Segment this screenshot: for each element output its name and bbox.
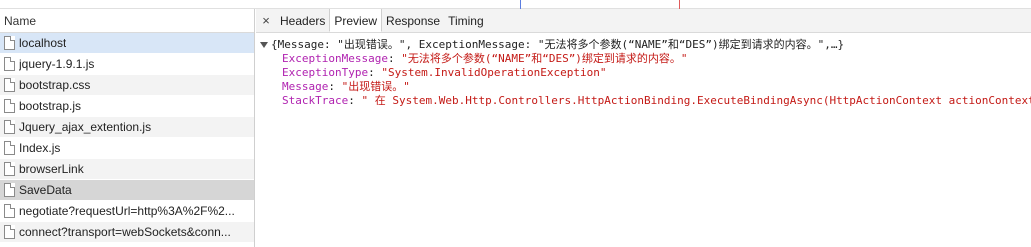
json-value: "出现错误。" xyxy=(341,80,410,93)
details-tab-bar: × Headers Preview Response Timing xyxy=(256,9,1031,33)
json-summary: {Message: "出现错误。", ExceptionMessage: "无法… xyxy=(271,38,845,51)
request-name: bootstrap.css xyxy=(19,77,91,92)
request-list: localhost jquery-1.9.1.js bootstrap.css … xyxy=(0,33,254,243)
json-value: "无法将多个参数(“NAME”和“DES”)绑定到请求的内容。" xyxy=(401,52,688,65)
timeline-overview xyxy=(0,0,1031,9)
request-row-index-js[interactable]: Index.js xyxy=(0,138,254,159)
json-colon: : xyxy=(348,94,362,107)
json-property: ExceptionMessage: "无法将多个参数(“NAME”和“DES”)… xyxy=(260,52,1031,66)
tab-timing[interactable]: Timing xyxy=(444,9,488,32)
request-row-bootstrap-js[interactable]: bootstrap.js xyxy=(0,96,254,117)
json-key: StackTrace xyxy=(282,94,349,107)
json-property: ExceptionType: "System.InvalidOperationE… xyxy=(260,66,1031,80)
close-icon[interactable]: × xyxy=(256,9,276,32)
document-icon xyxy=(4,57,15,71)
json-key: ExceptionMessage xyxy=(282,52,388,65)
request-details-pane: × Headers Preview Response Timing {Messa… xyxy=(256,9,1031,247)
request-row-bootstrap-css[interactable]: bootstrap.css xyxy=(0,75,254,96)
request-name: connect?transport=webSockets&conn... xyxy=(19,224,231,239)
request-row-localhost[interactable]: localhost xyxy=(0,33,254,54)
json-key: Message xyxy=(282,80,329,93)
request-row-savedata[interactable]: SaveData xyxy=(0,180,254,201)
request-name: jquery-1.9.1.js xyxy=(19,56,95,71)
request-name: bootstrap.js xyxy=(19,98,82,113)
request-name: browserLink xyxy=(19,161,84,176)
tab-response[interactable]: Response xyxy=(382,9,444,32)
document-icon xyxy=(4,141,15,155)
document-icon xyxy=(4,36,15,50)
expand-triangle-icon[interactable] xyxy=(260,42,268,48)
request-name: SaveData xyxy=(19,182,72,197)
json-value: "System.InvalidOperationException" xyxy=(381,66,607,79)
request-name: Index.js xyxy=(19,140,61,155)
request-name: localhost xyxy=(19,35,67,50)
document-icon xyxy=(4,183,15,197)
request-row-jquery[interactable]: jquery-1.9.1.js xyxy=(0,54,254,75)
document-icon xyxy=(4,120,15,134)
json-key: ExceptionType xyxy=(282,66,369,79)
json-colon: : xyxy=(368,66,382,79)
json-value: " 在 System.Web.Http.Controllers.HttpActi… xyxy=(361,94,1031,107)
tab-preview[interactable]: Preview xyxy=(329,9,383,32)
document-icon xyxy=(4,78,15,92)
request-row-ajax-extention[interactable]: Jquery_ajax_extention.js xyxy=(0,117,254,138)
json-preview: {Message: "出现错误。", ExceptionMessage: "无法… xyxy=(256,33,1031,108)
request-name: negotiate?requestUrl=http%3A%2F%2... xyxy=(19,203,235,218)
name-column-header[interactable]: Name xyxy=(0,9,254,33)
document-icon xyxy=(4,99,15,113)
dom-content-loaded-marker xyxy=(520,0,521,9)
request-list-pane: Name localhost jquery-1.9.1.js bootstrap… xyxy=(0,9,255,247)
request-row-connect[interactable]: connect?transport=webSockets&conn... xyxy=(0,222,254,243)
request-row-browserlink[interactable]: browserLink xyxy=(0,159,254,180)
json-colon: : xyxy=(328,80,342,93)
document-icon xyxy=(4,225,15,239)
request-name: Jquery_ajax_extention.js xyxy=(19,119,152,134)
load-event-marker xyxy=(679,0,680,9)
document-icon xyxy=(4,204,15,218)
json-root-line[interactable]: {Message: "出现错误。", ExceptionMessage: "无法… xyxy=(260,38,1031,52)
json-property: StackTrace: " 在 System.Web.Http.Controll… xyxy=(260,94,1031,108)
request-row-negotiate[interactable]: negotiate?requestUrl=http%3A%2F%2... xyxy=(0,201,254,222)
tab-headers[interactable]: Headers xyxy=(276,9,329,32)
json-property: Message: "出现错误。" xyxy=(260,80,1031,94)
json-colon: : xyxy=(387,52,402,65)
document-icon xyxy=(4,162,15,176)
